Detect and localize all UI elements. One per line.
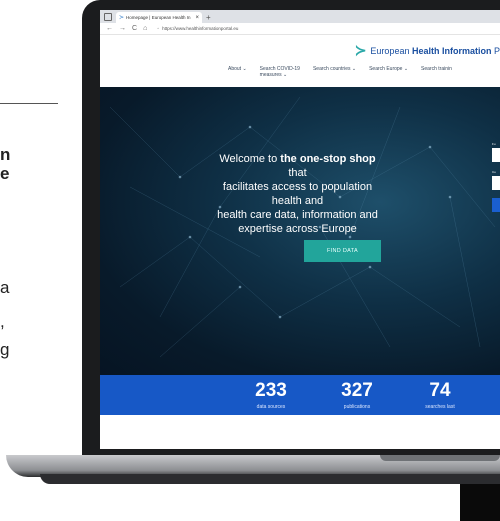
laptop-base-shadow <box>40 474 500 484</box>
left-text-fragment: n <box>0 145 11 164</box>
nav-item-search-covid[interactable]: Search COVID-19 measures ⌄ <box>260 66 300 78</box>
window-menu-icon[interactable] <box>104 13 112 21</box>
search-side-form: Fu Co <box>492 142 500 232</box>
nav-item-search-countries[interactable]: Search countries ⌄ <box>313 66 356 72</box>
reload-icon[interactable]: C <box>132 25 137 32</box>
stat-label: data sources <box>256 404 286 410</box>
home-icon[interactable]: ⌂ <box>143 25 147 32</box>
chevron-down-icon: ⌄ <box>283 72 288 78</box>
page-icon: ◦ <box>157 25 160 32</box>
stat-publications[interactable]: 327 publications <box>322 380 392 411</box>
stat-value: 74 <box>429 380 451 401</box>
hero-banner: Welcome to the one-stop shop that facili… <box>100 87 500 375</box>
back-icon[interactable]: ← <box>106 25 113 32</box>
stat-label: publications <box>343 404 371 410</box>
laptop-screen: ≻ Homepage | European Health In × + ← → … <box>100 10 500 449</box>
side-form-input[interactable] <box>492 176 500 190</box>
divider-line <box>0 103 58 104</box>
stats-strip: 233 data sources 327 publications 74 sea… <box>100 375 500 415</box>
stat-value: 327 <box>341 380 373 401</box>
chevron-down-icon: ⌄ <box>403 66 409 72</box>
site-logo-text[interactable]: European Health Information P <box>370 46 500 56</box>
left-text-fragment: g <box>0 340 10 359</box>
chevron-down-icon: ⌄ <box>351 66 357 72</box>
find-data-button[interactable]: FIND DATA <box>304 240 381 262</box>
stat-label: searches last <box>425 404 455 410</box>
browser-tab[interactable]: ≻ Homepage | European Health In × <box>116 12 202 23</box>
stage: n e a , g ≻ Homepage | European Health I… <box>0 0 500 521</box>
left-text-fragment: e <box>0 164 10 183</box>
laptop-notch <box>380 455 500 461</box>
left-text-fragment: a <box>0 278 10 297</box>
main-nav: About ⌄ Search COVID-19 measures ⌄ Search… <box>100 66 500 87</box>
site-header: ≻ European Health Information P <box>100 35 500 66</box>
side-form-button[interactable] <box>492 198 500 212</box>
new-tab-icon[interactable]: + <box>206 13 211 22</box>
browser-address-bar: ← → C ⌂ ◦ https://www.healthinformationp… <box>100 23 500 35</box>
favicon-icon: ≻ <box>119 15 125 21</box>
stat-data-sources[interactable]: 233 data sources <box>236 380 306 411</box>
side-form-input[interactable] <box>492 148 500 162</box>
page-bottom <box>100 415 500 449</box>
stat-value: 233 <box>255 380 287 401</box>
left-text-fragment: , <box>0 312 5 331</box>
hero-headline: Welcome to the one-stop shop that facili… <box>217 153 378 235</box>
nav-item-search-training[interactable]: Search trainin <box>421 66 452 72</box>
nav-item-about[interactable]: About ⌄ <box>228 66 247 72</box>
browser-tabbar: ≻ Homepage | European Health In × + <box>100 10 500 23</box>
chevron-down-icon: ⌄ <box>242 66 247 72</box>
logo-arrow-icon[interactable]: ≻ <box>355 42 367 59</box>
close-tab-icon[interactable]: × <box>195 15 199 21</box>
stat-searches[interactable]: 74 searches last <box>405 380 475 411</box>
nav-item-search-europe[interactable]: Search Europe ⌄ <box>369 66 408 72</box>
url-field[interactable]: ◦ https://www.healthinformationportal.eu <box>157 26 238 32</box>
url-text: https://www.healthinformationportal.eu <box>162 26 239 31</box>
forward-icon[interactable]: → <box>119 25 126 32</box>
tab-title: Homepage | European Health In <box>126 15 191 20</box>
